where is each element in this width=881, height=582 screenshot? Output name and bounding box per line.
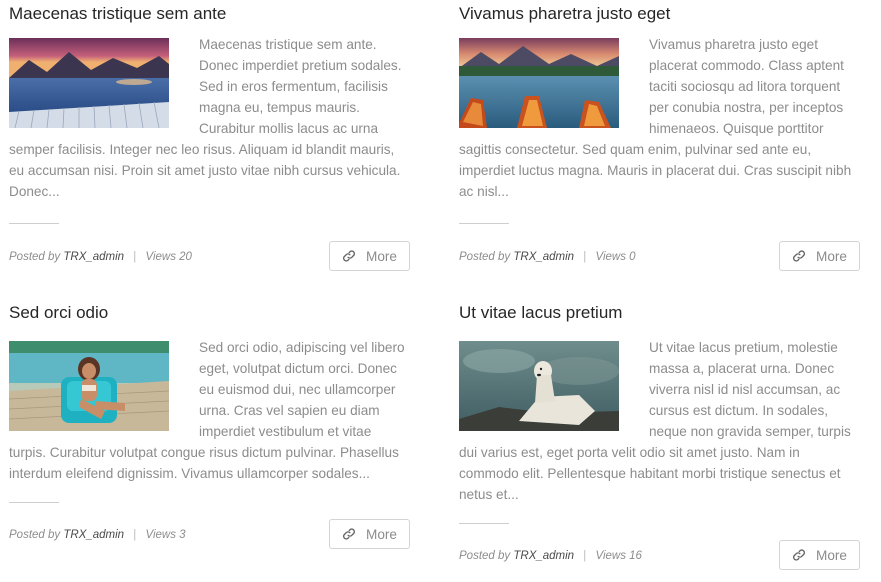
- post-excerpt: Vivamus pharetra justo eget placerat com…: [459, 34, 860, 202]
- author-link[interactable]: TRX_admin: [513, 251, 574, 263]
- posted-by-label: Posted by: [9, 251, 61, 263]
- more-button-label: More: [816, 248, 847, 264]
- post-title[interactable]: Vivamus pharetra justo eget: [459, 2, 670, 26]
- post-card: Vivamus pharetra justo eget Vivamus phar…: [459, 2, 860, 272]
- post-title[interactable]: Maecenas tristique sem ante: [9, 2, 226, 26]
- views-count: Views 3: [145, 529, 186, 541]
- thumbnail-spacer: [9, 337, 199, 430]
- post-meta: Posted by TRX_admin | Views 16: [459, 548, 642, 564]
- views-count: Views 0: [595, 251, 636, 263]
- more-button[interactable]: More: [779, 241, 860, 271]
- more-button-label: More: [816, 547, 847, 563]
- meta-separator: |: [133, 529, 137, 541]
- link-icon: [792, 548, 806, 562]
- meta-divider-line: [459, 223, 509, 224]
- post-excerpt: Sed orci odio, adipiscing vel libero ege…: [9, 337, 410, 484]
- post-excerpt: Maecenas tristique sem ante. Donec imper…: [9, 34, 410, 202]
- more-button-label: More: [366, 526, 397, 542]
- post-card: Maecenas tristique sem ante Maecenas tri…: [9, 2, 410, 272]
- thumbnail-spacer: [9, 34, 199, 127]
- views-count: Views 16: [595, 550, 642, 562]
- post-title[interactable]: Ut vitae lacus pretium: [459, 301, 622, 325]
- meta-divider-line: [9, 502, 59, 503]
- more-button[interactable]: More: [329, 519, 410, 549]
- meta-divider-line: [9, 223, 59, 224]
- post-meta: Posted by TRX_admin | Views 3: [9, 527, 186, 543]
- post-meta: Posted by TRX_admin | Views 20: [9, 249, 192, 265]
- author-link[interactable]: TRX_admin: [63, 529, 124, 541]
- more-button-label: More: [366, 248, 397, 264]
- views-count: Views 20: [145, 251, 192, 263]
- link-icon: [342, 527, 356, 541]
- meta-divider-line: [459, 523, 509, 524]
- meta-separator: |: [583, 251, 587, 263]
- more-button[interactable]: More: [329, 241, 410, 271]
- posted-by-label: Posted by: [459, 251, 511, 263]
- posted-by-label: Posted by: [9, 529, 61, 541]
- posted-by-label: Posted by: [459, 550, 511, 562]
- post-title[interactable]: Sed orci odio: [9, 301, 108, 325]
- post-meta: Posted by TRX_admin | Views 0: [459, 249, 636, 265]
- meta-separator: |: [583, 550, 587, 562]
- author-link[interactable]: TRX_admin: [513, 550, 574, 562]
- author-link[interactable]: TRX_admin: [63, 251, 124, 263]
- post-excerpt: Ut vitae lacus pretium, molestie massa a…: [459, 337, 860, 505]
- thumbnail-spacer: [459, 337, 649, 430]
- link-icon: [792, 249, 806, 263]
- post-card: Ut vitae lacus pretium Ut vitae lacus pr…: [459, 301, 860, 582]
- thumbnail-spacer: [459, 34, 649, 127]
- more-button[interactable]: More: [779, 540, 860, 570]
- post-card: Sed orci odio Sed orci odio, adipiscing …: [9, 301, 410, 571]
- meta-separator: |: [133, 251, 137, 263]
- link-icon: [342, 249, 356, 263]
